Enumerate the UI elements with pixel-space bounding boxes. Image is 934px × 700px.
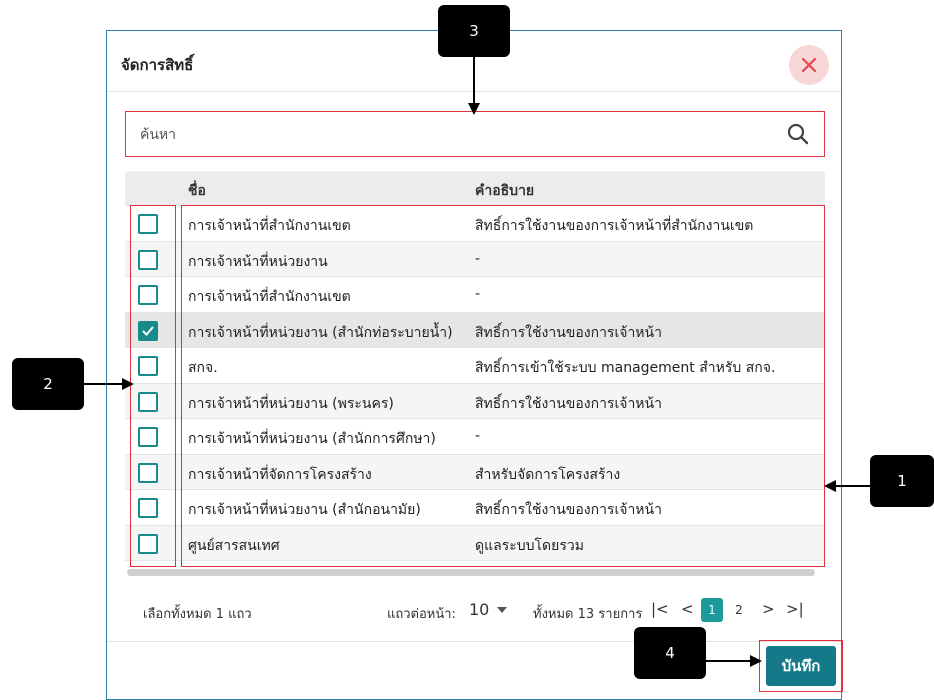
header-name: ชื่อ — [188, 183, 206, 199]
selected-count: เลือกทั้งหมด 1 แถว — [143, 607, 252, 622]
arrow-3 — [468, 57, 480, 115]
rows-highlight — [181, 205, 825, 567]
first-page-button[interactable]: |< — [651, 600, 669, 618]
total-count: ทั้งหมด 13 รายการ — [533, 607, 643, 622]
footer-divider — [107, 641, 841, 642]
next-page-button[interactable]: > — [762, 600, 775, 618]
last-page-button[interactable]: >| — [786, 600, 804, 618]
prev-page-button[interactable]: < — [681, 600, 694, 618]
checkbox-column-highlight — [130, 205, 176, 567]
arrow-1 — [824, 480, 870, 492]
callout-1: 1 — [870, 455, 934, 507]
table-header: ชื่อ คำอธิบาย — [125, 171, 825, 206]
page-1-button[interactable]: 1 — [701, 598, 723, 622]
search-icon[interactable] — [786, 122, 810, 150]
close-icon — [801, 57, 817, 73]
callout-3: 3 — [438, 5, 510, 57]
arrow-2 — [84, 378, 134, 390]
save-button[interactable]: บันทึก — [766, 646, 836, 686]
dialog-title: จัดการสิทธิ์ — [121, 56, 194, 74]
search-input[interactable]: ค้นหา — [125, 111, 825, 157]
page-2-button[interactable]: 2 — [728, 598, 750, 622]
callout-4: 4 — [634, 627, 706, 679]
rows-per-page-select[interactable]: 10 — [469, 600, 489, 619]
search-placeholder: ค้นหา — [140, 127, 177, 143]
chevron-down-icon[interactable] — [497, 607, 507, 613]
close-button[interactable] — [789, 45, 829, 85]
table-pagination: เลือกทั้งหมด 1 แถว แถวต่อหน้า: 10 ทั้งหม… — [125, 596, 825, 628]
horizontal-scrollbar[interactable] — [127, 569, 815, 576]
rows-per-page-label: แถวต่อหน้า: — [387, 607, 456, 622]
arrow-4 — [706, 655, 762, 667]
callout-2: 2 — [12, 358, 84, 410]
header-description: คำอธิบาย — [475, 183, 535, 199]
